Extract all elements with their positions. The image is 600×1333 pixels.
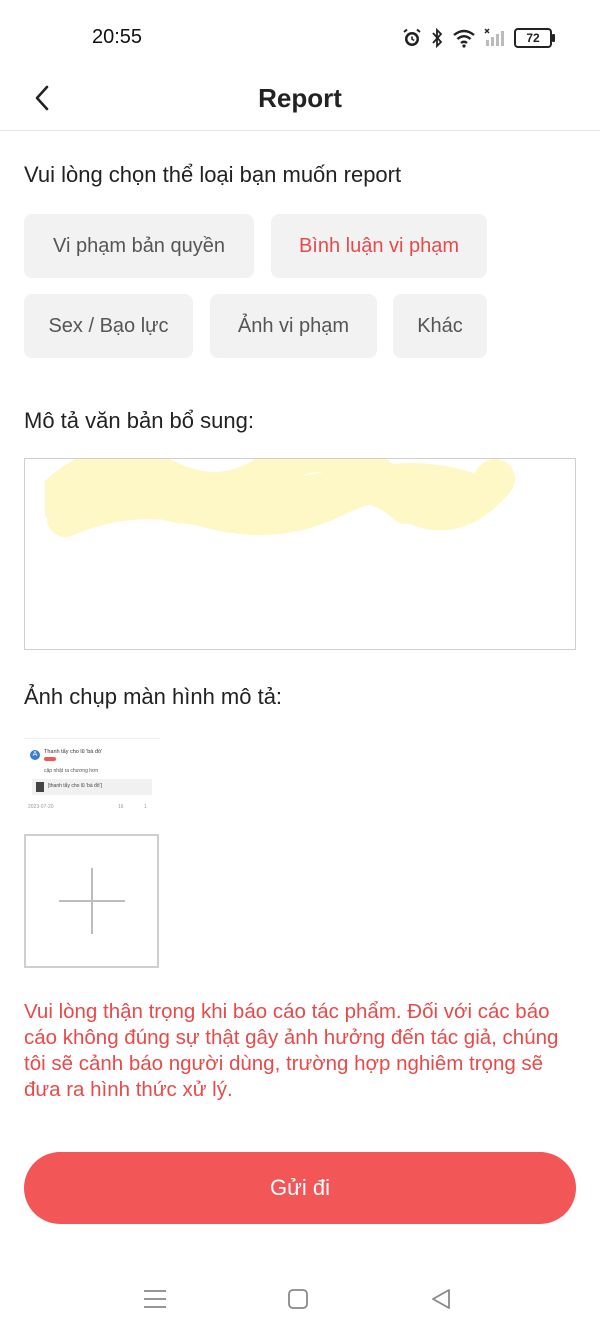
category-chip-other[interactable]: Khác: [393, 294, 487, 358]
plus-icon: [59, 868, 125, 934]
thumb-divider: [24, 738, 160, 739]
description-textarea[interactable]: [24, 458, 576, 650]
status-icons: 72: [402, 26, 555, 50]
menu-button[interactable]: [135, 1282, 175, 1316]
system-back-button[interactable]: [421, 1282, 461, 1316]
category-prompt: Vui lòng chọn thể loại bạn muốn report: [24, 162, 402, 187]
alarm-icon: [402, 28, 422, 48]
add-screenshot-button[interactable]: [24, 834, 159, 968]
submit-button[interactable]: Gửi đi: [24, 1152, 576, 1224]
redaction-scribble: [45, 459, 515, 537]
status-bar: 20:55 72: [0, 0, 600, 66]
category-chip-copyright[interactable]: Vi phạm bản quyền: [24, 214, 254, 278]
thumb-line2: cập nhật ra chương hơn: [44, 768, 99, 774]
thumb-date: 2023-07-20: [28, 804, 54, 810]
battery-icon: 72: [514, 28, 555, 48]
header: Report: [0, 66, 600, 131]
home-icon: [288, 1289, 308, 1309]
home-button[interactable]: [278, 1282, 318, 1316]
thumb-line1: Thanh tẩy cho lũ 'bà đồ': [44, 749, 103, 755]
screenshot-label: Ảnh chụp màn hình mô tả:: [24, 684, 283, 709]
submit-label: Gửi đi: [270, 1175, 330, 1200]
system-nav-bar: [0, 1262, 600, 1333]
status-time: 20:55: [92, 26, 143, 48]
category-chip-comment[interactable]: Bình luận vi phạm: [271, 214, 487, 278]
category-chip-sex-violence[interactable]: Sex / Bạo lực: [24, 294, 193, 358]
page-title: Report: [258, 83, 342, 113]
bluetooth-icon: [430, 28, 444, 48]
signal-icon: [484, 28, 506, 48]
thumb-quote: [thanh tẩy cho lũ 'bà đồ']: [32, 779, 152, 795]
thumb-likes: 1: [144, 804, 147, 810]
description-label: Mô tả văn bản bổ sung:: [24, 408, 254, 433]
menu-icon: [144, 1290, 166, 1308]
chip-label: Bình luận vi phạm: [298, 234, 460, 257]
chip-label: Sex / Bạo lực: [48, 314, 169, 337]
chip-label: Vi phạm bản quyền: [53, 234, 225, 257]
screenshot-thumbnail[interactable]: A Thanh tẩy cho lũ 'bà đồ' cập nhật ra c…: [24, 726, 160, 818]
thumb-tag: [44, 757, 56, 761]
thumb-quote-image: [36, 782, 44, 792]
chip-label: Khác: [417, 314, 463, 337]
thumb-avatar: A: [30, 750, 40, 760]
warning-text: Vui lòng thận trọng khi báo cáo tác phẩm…: [24, 1000, 559, 1101]
wifi-icon: [452, 28, 476, 48]
back-triangle-icon: [432, 1289, 450, 1309]
thumb-line3: [thanh tẩy cho lũ 'bà đồ']: [48, 783, 102, 789]
thumb-comments: 16: [118, 804, 124, 810]
chip-label: Ảnh vi phạm: [237, 314, 350, 337]
category-chip-image[interactable]: Ảnh vi phạm: [210, 294, 377, 358]
